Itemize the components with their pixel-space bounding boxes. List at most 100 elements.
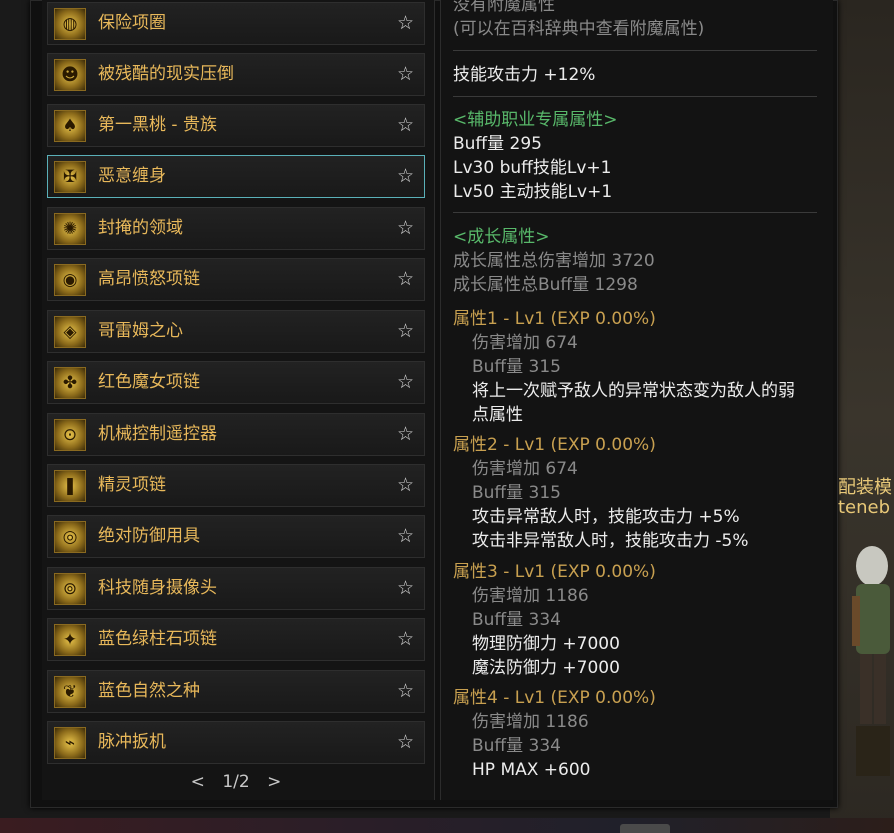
star-icon[interactable]: ☆ <box>397 259 414 300</box>
growth-header: <成长属性> <box>453 227 550 247</box>
star-icon[interactable]: ☆ <box>397 516 414 557</box>
page-indicator: 1/2 <box>222 772 250 792</box>
witch-necklace-icon: ✤ <box>54 367 86 399</box>
item-name: 恶意缠身 <box>98 166 166 186</box>
list-item[interactable]: ❚ 精灵项链 ☆ <box>47 464 425 507</box>
spirit-necklace-icon: ❚ <box>54 470 86 502</box>
list-item[interactable]: ◎ 绝对防御用具 ☆ <box>47 515 425 558</box>
support-line: Lv30 buff技能Lv+1 <box>453 158 612 178</box>
divider <box>453 212 817 213</box>
attr-title: 属性2 - Lv1 (EXP 0.00%) <box>453 435 656 455</box>
attr-dmg: 伤害增加 674 <box>472 459 578 479</box>
spade-card-icon: ♠ <box>54 110 86 142</box>
attr-dmg: 伤害增加 1186 <box>472 586 589 606</box>
item-name: 科技随身摄像头 <box>98 578 217 598</box>
attr-title: 属性4 - Lv1 (EXP 0.00%) <box>453 688 656 708</box>
growth-total-buff: 成长属性总Buff量 1298 <box>453 275 638 295</box>
character-label: 配装模 <box>838 477 892 498</box>
trigger-icon: ⌁ <box>54 727 86 759</box>
attr-title: 属性1 - Lv1 (EXP 0.00%) <box>453 309 656 329</box>
shield-icon: ◎ <box>54 521 86 553</box>
remote-icon: ⊙ <box>54 419 86 451</box>
attr-buff: Buff量 334 <box>472 736 562 756</box>
gem-heart-icon: ◈ <box>54 316 86 348</box>
item-name: 机械控制遥控器 <box>98 424 217 444</box>
attr-buff: Buff量 315 <box>472 483 562 503</box>
bottom-bar <box>0 818 894 833</box>
star-icon[interactable]: ☆ <box>397 105 414 146</box>
list-item[interactable]: ⊙ 机械控制遥控器 ☆ <box>47 413 425 456</box>
list-item[interactable]: ✦ 蓝色绿柱石项链 ☆ <box>47 618 425 661</box>
star-icon[interactable]: ☆ <box>397 208 414 249</box>
item-name: 红色魔女项链 <box>98 372 200 392</box>
list-item[interactable]: ☻ 被残酷的现实压倒 ☆ <box>47 53 425 96</box>
grin-icon: ☻ <box>54 59 86 91</box>
enchant-none-text: 没有附魔属性 <box>453 0 555 15</box>
list-item[interactable]: ◉ 高昂愤怒项链 ☆ <box>47 258 425 301</box>
item-name: 第一黑桃 - 贵族 <box>98 115 217 135</box>
star-icon[interactable]: ☆ <box>397 671 414 712</box>
attr-effect: 点属性 <box>472 405 523 425</box>
star-icon[interactable]: ☆ <box>397 54 414 95</box>
next-page-button[interactable]: > <box>267 772 281 792</box>
bottom-handle[interactable] <box>620 824 670 833</box>
list-item[interactable]: ✤ 红色魔女项链 ☆ <box>47 361 425 404</box>
seal-icon: ✺ <box>54 213 86 245</box>
chain-icon: ✠ <box>54 161 86 193</box>
support-header: <辅助职业专属属性> <box>453 110 618 130</box>
list-item[interactable]: ⊚ 科技随身摄像头 ☆ <box>47 567 425 610</box>
attr-title: 属性3 - Lv1 (EXP 0.00%) <box>453 562 656 582</box>
item-name: 高昂愤怒项链 <box>98 269 200 289</box>
list-item[interactable]: ❦ 蓝色自然之种 ☆ <box>47 670 425 713</box>
item-name: 蓝色自然之种 <box>98 681 200 701</box>
attr-effect: HP MAX +600 <box>472 760 591 780</box>
list-item[interactable]: ◍ 保险项圈 ☆ <box>47 2 425 45</box>
attr-dmg: 伤害增加 674 <box>472 333 578 353</box>
list-item[interactable]: ♠ 第一黑桃 - 贵族 ☆ <box>47 104 425 147</box>
divider <box>453 96 817 97</box>
character-figure <box>852 546 890 776</box>
character-name: teneb <box>838 497 891 518</box>
collar-icon: ◍ <box>54 8 86 40</box>
star-icon[interactable]: ☆ <box>397 3 414 44</box>
star-icon[interactable]: ☆ <box>397 414 414 455</box>
beryl-necklace-icon: ✦ <box>54 624 86 656</box>
skill-attack-text: 技能攻击力 +12% <box>453 65 596 85</box>
pagination: < 1/2 > <box>47 770 425 794</box>
list-item-selected[interactable]: ✠ 恶意缠身 ☆ <box>47 155 425 198</box>
divider <box>453 50 817 51</box>
star-icon[interactable]: ☆ <box>397 362 414 403</box>
item-name: 被残酷的现实压倒 <box>98 64 234 84</box>
item-name: 蓝色绿柱石项链 <box>98 629 217 649</box>
mask-icon: ◉ <box>54 264 86 296</box>
item-name: 绝对防御用具 <box>98 526 200 546</box>
item-name: 保险项圈 <box>98 13 166 33</box>
star-icon[interactable]: ☆ <box>397 722 414 763</box>
attr-effect: 攻击异常敌人时，技能攻击力 +5% <box>472 507 740 527</box>
attr-buff: Buff量 315 <box>472 357 562 377</box>
star-icon[interactable]: ☆ <box>397 568 414 609</box>
enchant-hint-text: (可以在百科辞典中查看附魔属性) <box>453 19 705 39</box>
seed-icon: ❦ <box>54 676 86 708</box>
item-name: 封掩的领域 <box>98 218 183 238</box>
star-icon[interactable]: ☆ <box>397 465 414 506</box>
support-line: Buff量 295 <box>453 134 543 154</box>
attr-effect: 物理防御力 +7000 <box>472 634 620 654</box>
list-item[interactable]: ✺ 封掩的领域 ☆ <box>47 207 425 250</box>
item-name: 脉冲扳机 <box>98 732 166 752</box>
star-icon[interactable]: ☆ <box>397 311 414 352</box>
star-icon[interactable]: ☆ <box>397 619 414 660</box>
attr-effect: 魔法防御力 +7000 <box>472 658 620 678</box>
item-name: 精灵项链 <box>98 475 166 495</box>
prev-page-button[interactable]: < <box>191 772 205 792</box>
list-item[interactable]: ◈ 哥雷姆之心 ☆ <box>47 310 425 353</box>
attr-effect: 将上一次赋予敌人的异常状态变为敌人的弱 <box>472 381 795 401</box>
support-line: Lv50 主动技能Lv+1 <box>453 182 613 202</box>
star-icon[interactable]: ☆ <box>397 156 414 197</box>
attr-buff: Buff量 334 <box>472 610 562 630</box>
list-item[interactable]: ⌁ 脉冲扳机 ☆ <box>47 721 425 764</box>
item-name: 哥雷姆之心 <box>98 321 183 341</box>
attr-effect: 攻击非异常敌人时，技能攻击力 -5% <box>472 531 749 551</box>
attr-dmg: 伤害增加 1186 <box>472 712 589 732</box>
camera-icon: ⊚ <box>54 573 86 605</box>
